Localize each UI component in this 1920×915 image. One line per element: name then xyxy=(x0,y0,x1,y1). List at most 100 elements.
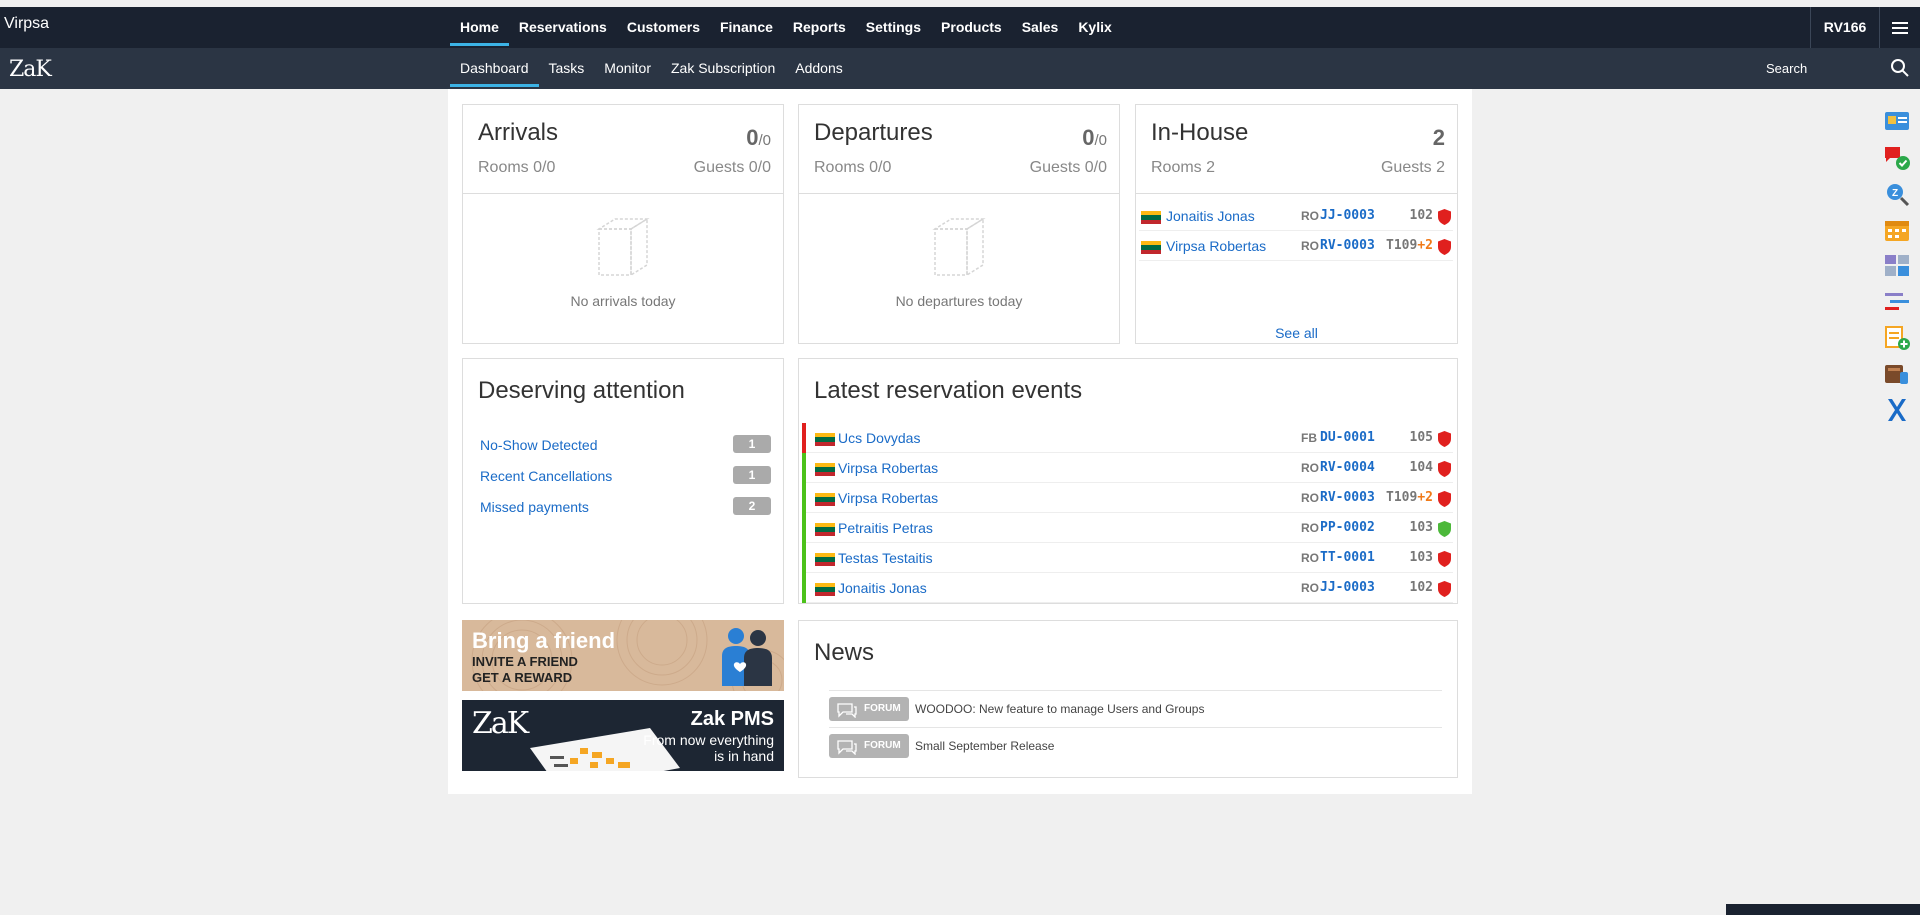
bottom-status-bar[interactable] xyxy=(1726,904,1920,915)
arrivals-empty-text: No arrivals today xyxy=(570,293,676,309)
guest-name-link[interactable]: Testas Testaitis xyxy=(838,550,933,566)
zak-pms-banner[interactable]: ZaK Zak PMS From now everything is in ha… xyxy=(462,700,784,771)
guest-name-link[interactable]: Virpsa Robertas xyxy=(838,460,938,476)
departures-count: 0/0 xyxy=(1082,125,1107,150)
guest-name-link[interactable]: Jonaitis Jonas xyxy=(838,580,927,596)
nav-sales[interactable]: Sales xyxy=(1012,7,1069,48)
news-item[interactable]: FORUM Small September Release xyxy=(829,727,1442,763)
reservation-number-link[interactable]: RV-0003 xyxy=(1320,490,1375,505)
subnav-tasks[interactable]: Tasks xyxy=(539,48,595,89)
lithuania-flag-icon xyxy=(1141,211,1161,224)
attention-label[interactable]: No-Show Detected xyxy=(480,437,598,453)
nav-reports[interactable]: Reports xyxy=(783,7,856,48)
search-label[interactable]: Search xyxy=(1766,48,1807,89)
zak-logo[interactable]: ZaK xyxy=(9,57,52,82)
shield-icon xyxy=(1438,209,1451,225)
wallet-pay-icon[interactable] xyxy=(1882,360,1912,388)
arrivals-title: Arrivals xyxy=(478,119,559,146)
attention-label[interactable]: Recent Cancellations xyxy=(480,468,612,484)
inhouse-rooms: Rooms 2 xyxy=(1151,159,1216,176)
shield-icon xyxy=(1438,551,1451,567)
reservation-number-link[interactable]: RV-0004 xyxy=(1320,460,1375,475)
reservation-number-link[interactable]: TT-0001 xyxy=(1320,550,1375,565)
bring-a-friend-banner[interactable]: Bring a friend INVITE A FRIEND GET A REW… xyxy=(462,620,784,691)
guest-name-link[interactable]: Virpsa Robertas xyxy=(1166,238,1266,254)
event-row[interactable]: Petraitis Petras RO PP-0002 103 xyxy=(802,513,1453,543)
count-badge: 1 xyxy=(733,466,771,484)
sub-nav: Dashboard Tasks Monitor Zak Subscription… xyxy=(450,48,853,89)
count-badge: 1 xyxy=(733,435,771,453)
news-link[interactable]: Small September Release xyxy=(915,739,1054,753)
meal-plan: FB xyxy=(1301,431,1317,445)
empty-box-icon xyxy=(596,217,650,277)
attention-title: Deserving attention xyxy=(478,377,685,404)
news-item[interactable]: FORUM WOODOO: New feature to manage User… xyxy=(829,690,1442,726)
reservation-number-link[interactable]: JJ-0003 xyxy=(1320,580,1375,595)
lithuania-flag-icon xyxy=(1141,241,1161,254)
forum-badge: FORUM xyxy=(829,734,909,758)
calendar-icon[interactable] xyxy=(1882,216,1912,244)
departures-guests: Guests 0/0 xyxy=(1029,159,1107,176)
guest-name-link[interactable]: Ucs Dovydas xyxy=(838,430,920,446)
departures-title: Departures xyxy=(814,119,933,146)
guest-name-link[interactable]: Virpsa Robertas xyxy=(838,490,938,506)
search-icon[interactable] xyxy=(1890,58,1910,78)
guest-name-link[interactable]: Jonaitis Jonas xyxy=(1166,208,1255,224)
friends-icon xyxy=(722,628,772,686)
inhouse-row[interactable]: Jonaitis Jonas RO JJ-0003 102 xyxy=(1139,201,1453,231)
chat-check-icon[interactable] xyxy=(1882,144,1912,172)
attention-item-missed-payments[interactable]: Missed payments 2 xyxy=(480,497,771,519)
user-menu-button[interactable]: RV166 xyxy=(1810,7,1880,48)
inhouse-row[interactable]: Virpsa Robertas RO RV-0003 T109+2 xyxy=(1139,231,1453,261)
subnav-dashboard[interactable]: Dashboard xyxy=(450,48,539,89)
reservation-number-link[interactable]: PP-0002 xyxy=(1320,520,1375,535)
event-row[interactable]: Ucs Dovydas FB DU-0001 105 xyxy=(802,423,1453,453)
subnav-zak-subscription[interactable]: Zak Subscription xyxy=(661,48,785,89)
nav-home[interactable]: Home xyxy=(450,7,509,48)
inhouse-guests: Guests 2 xyxy=(1380,159,1445,176)
inhouse-count: 2 xyxy=(1432,125,1445,150)
hotel-name[interactable]: Virpsa xyxy=(4,15,49,33)
promo-line: GET A REWARD xyxy=(472,670,573,685)
attention-item-no-show[interactable]: No-Show Detected 1 xyxy=(480,435,771,457)
kylix-icon[interactable] xyxy=(1882,396,1912,424)
subnav-monitor[interactable]: Monitor xyxy=(594,48,661,89)
event-status-bar xyxy=(802,483,806,513)
lithuania-flag-icon xyxy=(815,493,835,506)
chat-bubble-icon xyxy=(837,740,857,755)
nav-settings[interactable]: Settings xyxy=(856,7,931,48)
reservation-number-link[interactable]: RV-0003 xyxy=(1320,238,1375,253)
customer-card-icon[interactable] xyxy=(1882,108,1912,136)
subnav-addons[interactable]: Addons xyxy=(785,48,852,89)
nav-finance[interactable]: Finance xyxy=(710,7,783,48)
event-row[interactable]: Jonaitis Jonas RO JJ-0003 102 xyxy=(802,573,1453,603)
news-link[interactable]: WOODOO: New feature to manage Users and … xyxy=(915,702,1204,716)
event-row[interactable]: Testas Testaitis RO TT-0001 103 xyxy=(802,543,1453,573)
hamburger-menu-icon[interactable] xyxy=(1888,19,1912,37)
event-row[interactable]: Virpsa Robertas RO RV-0004 104 xyxy=(802,453,1453,483)
nav-kylix[interactable]: Kylix xyxy=(1068,7,1121,48)
attention-item-cancellations[interactable]: Recent Cancellations 1 xyxy=(480,466,771,488)
lithuania-flag-icon xyxy=(815,583,835,596)
meal-plan: RO xyxy=(1301,461,1319,475)
event-row[interactable]: Virpsa Robertas RO RV-0003 T109+2 xyxy=(802,483,1453,513)
events-title: Latest reservation events xyxy=(814,377,1083,404)
guest-name-link[interactable]: Petraitis Petras xyxy=(838,520,933,536)
nav-products[interactable]: Products xyxy=(931,7,1012,48)
divider xyxy=(463,193,783,194)
nav-customers[interactable]: Customers xyxy=(617,7,710,48)
attention-label[interactable]: Missed payments xyxy=(480,499,589,515)
timeline-bars-icon[interactable] xyxy=(1882,288,1912,316)
event-status-bar xyxy=(802,543,806,573)
reservation-number-link[interactable]: DU-0001 xyxy=(1320,430,1375,445)
departures-rooms: Rooms 0/0 xyxy=(814,159,892,176)
nav-reservations[interactable]: Reservations xyxy=(509,7,617,48)
attention-card: Deserving attention No-Show Detected 1 R… xyxy=(462,358,784,604)
add-document-icon[interactable] xyxy=(1882,324,1912,352)
reservation-number-link[interactable]: JJ-0003 xyxy=(1320,208,1375,223)
search-zoom-icon[interactable]: Z xyxy=(1882,180,1912,208)
see-all-link[interactable]: See all xyxy=(1136,325,1457,341)
room-number: 105 xyxy=(1409,430,1433,445)
room-layout-icon[interactable] xyxy=(1882,252,1912,280)
event-status-bar xyxy=(802,423,806,453)
